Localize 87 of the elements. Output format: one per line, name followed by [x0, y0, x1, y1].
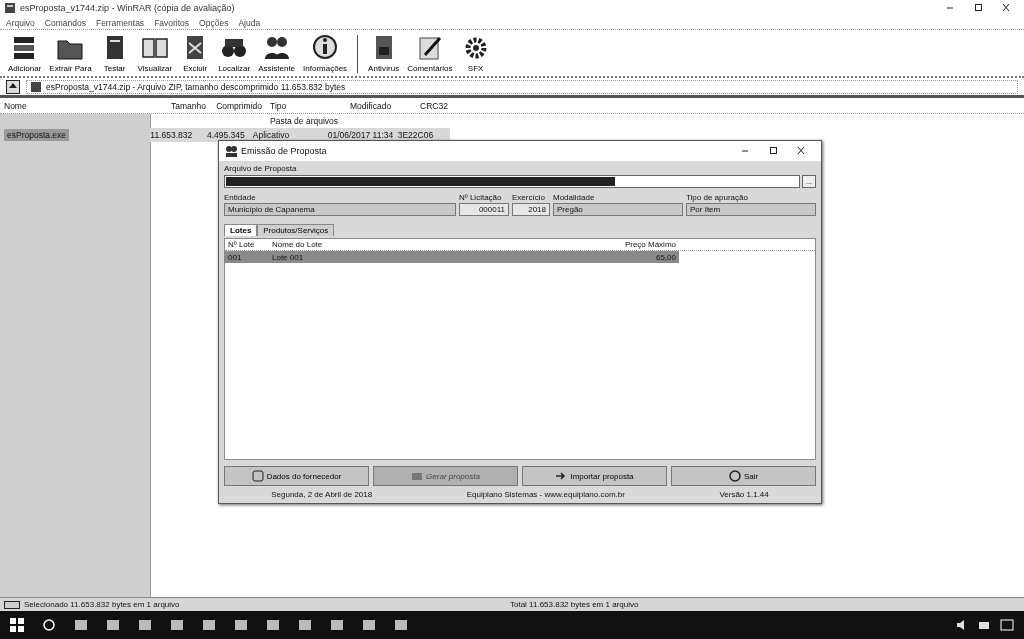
status-text: Total 11.653.832 bytes em 1 arquivo — [510, 600, 639, 609]
dialog-button[interactable]: Importar proposta — [522, 466, 667, 486]
input-field[interactable]: Pregão — [553, 203, 683, 216]
toolbar-button[interactable]: Extrair Para — [47, 33, 94, 73]
file-input-field[interactable] — [224, 175, 800, 188]
field-label: Modalidade — [553, 193, 596, 202]
maximize-icon[interactable] — [768, 146, 778, 156]
field-label: Arquivo de Proposta — [224, 164, 298, 173]
archive-icon — [4, 2, 16, 14]
toolbar-button[interactable]: Antivírus — [366, 33, 402, 73]
app-icon — [74, 618, 88, 632]
archive-icon — [30, 80, 42, 93]
footer-text: Versão 1.1.44 — [719, 489, 769, 499]
toolbar-button[interactable]: Testar — [97, 33, 132, 73]
dialog-button[interactable]: Sair — [671, 466, 816, 486]
menu-item[interactable]: Ajuda — [238, 17, 261, 28]
toolbar-button[interactable]: SFX — [458, 33, 493, 73]
toolbar-button[interactable]: Adicionar — [6, 33, 44, 73]
menu-item[interactable]: Ferramentas — [95, 17, 145, 28]
field-label: Entidade — [224, 193, 257, 202]
arrow-icon — [555, 470, 568, 482]
app-icon — [362, 618, 376, 632]
column-header[interactable]: Nome do Lote — [269, 240, 609, 249]
column-header[interactable]: Modificado — [346, 100, 416, 111]
app-icon — [298, 618, 312, 632]
table-cell: esProposta.exe — [4, 129, 70, 141]
app-icon — [266, 618, 280, 632]
dialog-title: Emissão de Proposta — [241, 146, 327, 156]
search-icon — [42, 618, 56, 632]
table-cell: 65,00 — [655, 252, 676, 262]
path-text: esProposta_v1744.zip - Arquivo ZIP, tamanho descomprimido 11.653.832 bytes — [46, 81, 346, 92]
table-cell: Pasta de arquivos — [270, 116, 339, 126]
toolbar-button[interactable]: Comentários — [405, 33, 455, 73]
people-icon — [225, 145, 237, 157]
restore-icon[interactable] — [973, 3, 983, 13]
app-icon — [394, 618, 408, 632]
windows-logo-icon — [10, 618, 24, 632]
menu-item[interactable]: Favoritos — [154, 17, 190, 28]
column-header[interactable]: Tamanho — [150, 100, 210, 111]
window-title: esProposta_v1744.zip - WinRAR (cópia de avaliação) — [20, 3, 235, 13]
table-cell: 4.495.345 — [207, 130, 245, 140]
app-icon — [170, 618, 184, 632]
table-cell: Lote 001 — [272, 252, 304, 262]
close-icon[interactable] — [796, 146, 806, 156]
app-icon — [106, 618, 120, 632]
input-field[interactable]: 000011 — [459, 203, 509, 216]
table-cell: 001 — [228, 252, 242, 262]
input-field[interactable]: 2018 — [512, 203, 550, 216]
table-cell: 01/06/2017 11:34 — [327, 130, 394, 140]
menu-item[interactable]: Comandos — [44, 17, 86, 28]
table-row[interactable]: 001 Lote 001 65,00 — [225, 251, 679, 263]
field-label: Tipo de apuração — [686, 193, 749, 202]
toolbar-button[interactable]: Visualizar — [135, 33, 175, 73]
table-cell: 3E22C06 — [397, 130, 434, 140]
table-cell: 11.653.832 — [150, 130, 193, 140]
toolbar-button[interactable]: Informações — [301, 33, 350, 73]
field-label: Nº Licitação — [459, 193, 503, 202]
menu-item[interactable]: Opções — [199, 17, 229, 28]
tab[interactable]: Produtos/Serviços — [257, 224, 335, 236]
column-header[interactable]: Nome — [0, 100, 150, 111]
toolbar-button[interactable]: Assistente — [256, 33, 298, 73]
app-icon — [138, 618, 152, 632]
table-cell: Aplicativo — [252, 130, 290, 140]
app-icon — [330, 618, 344, 632]
column-header[interactable]: Preço Máximo — [609, 240, 679, 249]
path-field[interactable]: esProposta_v1744.zip - Arquivo ZIP, tamanho descomprimido 11.653.832 bytes — [26, 79, 1018, 94]
power-icon — [728, 470, 741, 482]
column-header[interactable]: Tipo — [266, 100, 346, 111]
person-icon — [251, 470, 264, 482]
tab[interactable]: Lotes — [224, 224, 258, 236]
column-header[interactable]: CRC32 — [416, 100, 476, 111]
toolbar-button[interactable]: Localizar — [216, 33, 253, 73]
app-icon — [202, 618, 216, 632]
app-icon — [234, 618, 248, 632]
close-icon[interactable] — [1001, 3, 1011, 13]
input-field[interactable]: Município de Capanema — [224, 203, 456, 216]
menu-item[interactable]: Arquivo — [6, 17, 35, 28]
field-label: Exercício — [512, 193, 546, 202]
footer-text: Segunda, 2 de Abril de 2018 — [271, 489, 373, 499]
dialog-button[interactable]: Dados do fornecedor — [224, 466, 369, 486]
footer-text: Equiplano Sistemas - www.equiplano.com.br — [466, 489, 625, 499]
column-header[interactable]: Nº Lote — [225, 240, 269, 249]
column-header[interactable]: Comprimido — [210, 100, 266, 111]
status-text: Selecionado 11.653.832 bytes em 1 arquivo — [24, 600, 180, 609]
toolbar-button[interactable]: Excluir — [178, 33, 213, 73]
input-field[interactable]: Por Item — [686, 203, 816, 216]
file-row[interactable]: Pasta de arquivos — [0, 114, 1024, 128]
